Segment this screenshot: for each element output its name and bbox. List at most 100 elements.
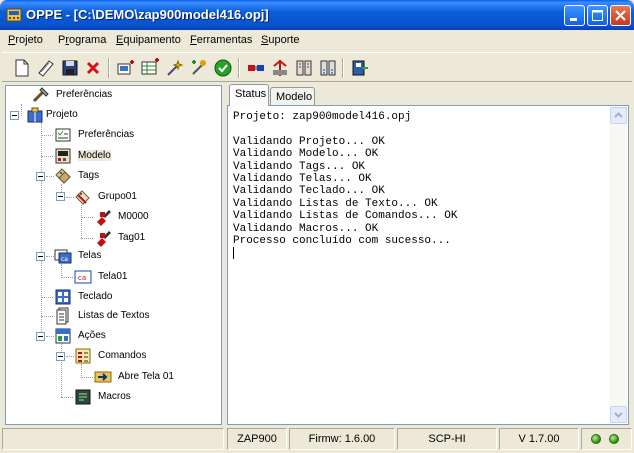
open-icon[interactable] — [36, 58, 56, 78]
tree-label: Tag01 — [118, 232, 146, 243]
collapse-projeto-toggle[interactable] — [10, 111, 19, 120]
tree-label: Abre Tela 01 — [118, 371, 174, 382]
text-list-icon — [56, 307, 69, 325]
tree-label: Grupo01 — [98, 191, 137, 202]
tree-label: Modelo — [78, 150, 111, 161]
console-line: Validando Modelo... OK — [233, 148, 379, 161]
svg-text:ca: ca — [61, 256, 68, 263]
console-line: Projeto: zap900model416.opj — [233, 111, 412, 123]
menu-equipamento[interactable]: Equipamento — [116, 34, 181, 46]
menu-ferramentas[interactable]: Ferramentas — [190, 34, 252, 46]
tree-label: Tags — [78, 170, 100, 181]
status-leds — [581, 428, 632, 450]
tags-icon — [55, 168, 71, 184]
collapse-tags-toggle[interactable] — [36, 172, 45, 181]
tag-item-icon — [97, 210, 111, 226]
menu-programa[interactable]: Programa — [58, 34, 106, 46]
exit-icon[interactable] — [350, 58, 370, 78]
screens-icon: ca — [54, 249, 72, 264]
vertical-scrollbar[interactable] — [610, 107, 627, 423]
title-bar[interactable]: OPPE - [C:\DEMO\zap900model416.opj] — [0, 0, 634, 30]
tree-label: Comandos — [98, 350, 147, 361]
save-icon[interactable] — [60, 58, 80, 78]
tree-label: Macros — [98, 391, 131, 402]
macros-icon — [75, 389, 91, 405]
add-screen-icon[interactable] — [116, 58, 136, 78]
maximize-button[interactable] — [587, 5, 608, 26]
minimize-button[interactable] — [564, 5, 585, 26]
collapse-acoes-toggle[interactable] — [36, 332, 45, 341]
plug-icon[interactable] — [246, 58, 266, 78]
app-icon — [6, 8, 22, 22]
chevron-up-icon — [614, 112, 623, 118]
check-icon[interactable] — [213, 58, 233, 78]
tab-label: Status — [235, 88, 267, 100]
console-line: Validando Projeto... OK — [233, 135, 385, 148]
tree-label: Ações — [78, 330, 106, 341]
delete-icon[interactable] — [83, 58, 103, 78]
console-line: Validando Macros... OK — [233, 222, 379, 235]
screen-icon: ca — [74, 270, 92, 284]
maximize-icon — [592, 10, 603, 21]
connection-led-icon — [591, 434, 601, 444]
close-button[interactable] — [610, 5, 631, 26]
new-icon[interactable] — [12, 58, 32, 78]
scroll-up-button[interactable] — [610, 107, 627, 124]
receive-icon[interactable] — [318, 58, 338, 78]
status-firmware: Firmw: 1.6.00 — [289, 428, 395, 450]
chevron-down-icon — [614, 412, 623, 418]
close-icon — [615, 10, 626, 21]
commands-icon — [75, 348, 91, 364]
collapse-telas-toggle[interactable] — [36, 252, 45, 261]
preferences-icon — [32, 87, 49, 103]
keyboard-icon — [55, 289, 71, 305]
console-line: Validando Tags... OK — [233, 160, 366, 173]
status-output-area[interactable]: Projeto: zap900model416.opj Validando Pr… — [227, 105, 629, 425]
tree-label: Teclado — [78, 291, 113, 302]
connect-icon[interactable] — [270, 58, 290, 78]
status-empty-cell — [2, 428, 224, 450]
menu-projeto[interactable]: Projeto — [8, 34, 43, 46]
menu-suporte[interactable]: Suporte — [261, 34, 300, 46]
scroll-down-button[interactable] — [610, 406, 627, 423]
tab-status[interactable]: Status — [229, 84, 269, 106]
tree-label: Tela01 — [98, 271, 128, 282]
text-caret — [233, 247, 234, 260]
tree-label: M0000 — [118, 211, 149, 222]
wizard-icon[interactable] — [165, 58, 185, 78]
tab-label: Modelo — [276, 91, 313, 103]
status-protocol: SCP-HI — [397, 428, 497, 450]
collapse-comandos-toggle[interactable] — [56, 352, 65, 361]
tree-label: Telas — [78, 250, 102, 261]
tab-modelo[interactable]: Modelo — [270, 87, 315, 107]
console-line: Validando Listas de Texto... OK — [233, 197, 438, 210]
tree-label: Preferências — [78, 129, 135, 140]
add-table-icon[interactable] — [140, 58, 160, 78]
group-icon — [75, 190, 90, 205]
collapse-grupo01-toggle[interactable] — [56, 192, 65, 201]
console-text: Projeto: zap900model416.opj Validando Pr… — [233, 111, 605, 419]
project-tree[interactable]: Preferências Projeto Preferências Modelo… — [5, 85, 222, 425]
status-model: ZAP900 — [227, 428, 287, 450]
console-line: Validando Telas... OK — [233, 173, 372, 186]
actions-icon — [55, 328, 71, 344]
minimize-icon — [570, 18, 577, 21]
command-item-icon — [94, 371, 112, 383]
model-icon — [55, 148, 71, 164]
checklist-icon — [55, 128, 71, 142]
svg-text:ca: ca — [78, 274, 86, 282]
project-icon — [27, 107, 43, 123]
status-version: V 1.7.00 — [499, 428, 579, 450]
tree-label: Listas de Textos — [78, 310, 150, 321]
console-line: Validando Teclado... OK — [233, 185, 385, 198]
tree-label: Projeto — [46, 109, 78, 120]
transfer-icon[interactable] — [294, 58, 314, 78]
tree-label: Preferências — [56, 89, 113, 100]
status-bar: ZAP900 Firmw: 1.6.00 SCP-HI V 1.7.00 — [0, 425, 634, 453]
toolbar — [2, 52, 632, 82]
activity-led-icon — [609, 434, 619, 444]
menu-bar: Projeto Programa Equipamento Ferramentas… — [0, 30, 634, 50]
window-title: OPPE - [C:\DEMO\zap900model416.opj] — [26, 7, 269, 22]
compile-icon[interactable] — [189, 58, 209, 78]
